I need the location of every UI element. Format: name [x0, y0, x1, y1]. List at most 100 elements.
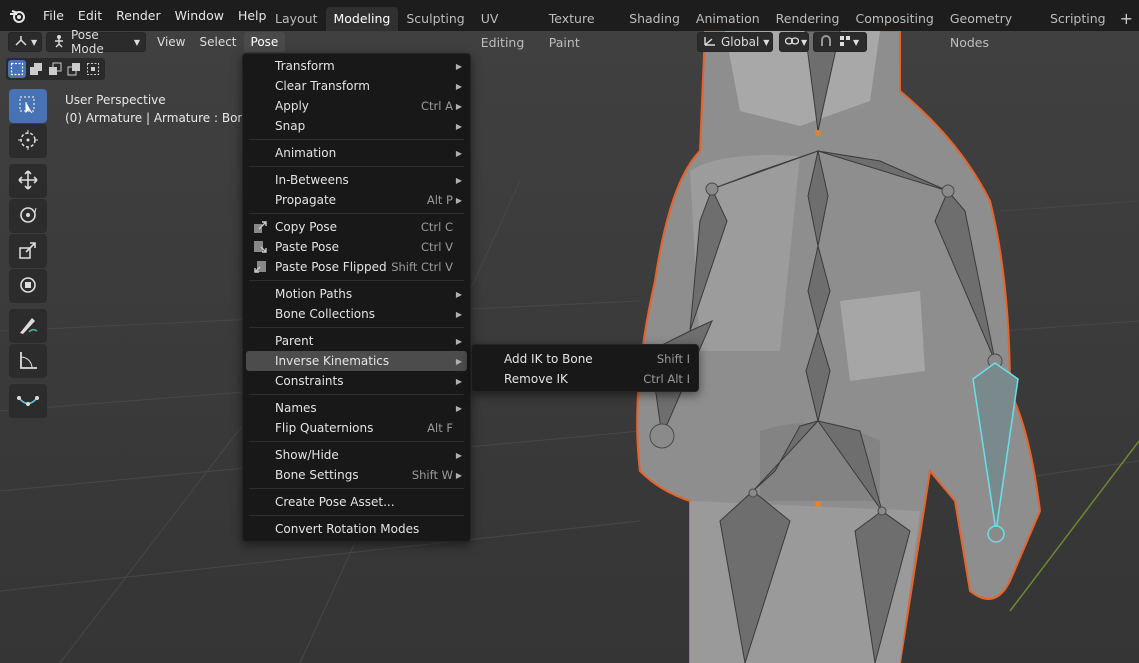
menu-item-paste-pose-flipped[interactable]: Paste Pose Flipped Shift Ctrl V	[246, 257, 467, 277]
tab-geometry-nodes[interactable]: Geometry Nodes	[942, 7, 1042, 50]
select-subtract-icon[interactable]	[46, 60, 64, 78]
select-box-tool[interactable]	[9, 89, 47, 123]
select-invert-icon[interactable]	[65, 60, 83, 78]
submenu-arrow-icon: ▶	[455, 289, 462, 299]
origin-dot	[815, 130, 821, 136]
menu-item-apply[interactable]: Apply Ctrl A ▶	[246, 96, 467, 116]
shortcut-label: Ctrl Alt I	[643, 372, 690, 386]
select-new-icon[interactable]	[8, 60, 26, 78]
tab-sculpting[interactable]: Sculpting	[398, 7, 472, 31]
menu-pose[interactable]: Pose	[243, 32, 286, 52]
submenu-arrow-icon: ▶	[455, 61, 462, 71]
transform-icon	[17, 274, 39, 299]
menu-item-snap[interactable]: Snap ▶	[246, 116, 467, 136]
menu-render[interactable]: Render	[109, 0, 168, 31]
editor-type-button[interactable]: ▼	[8, 32, 42, 52]
tab-shading[interactable]: Shading	[621, 7, 688, 31]
menu-item-label: Flip Quaternions	[275, 421, 374, 435]
menu-select[interactable]: Select	[192, 32, 243, 52]
submenu-arrow-icon: ▶	[455, 195, 462, 205]
scale-tool[interactable]	[9, 234, 47, 268]
menu-item-label: Animation	[275, 146, 337, 160]
add-workspace-button[interactable]: +	[1114, 7, 1139, 31]
submenu-arrow-icon: ▶	[455, 309, 462, 319]
menu-item-convert-rotation-modes[interactable]: Convert Rotation Modes	[246, 519, 467, 539]
submenu-arrow-icon: ▶	[455, 81, 462, 91]
menu-item-show-hide[interactable]: Show/Hide ▶	[246, 445, 467, 465]
tab-animation[interactable]: Animation	[688, 7, 768, 31]
menu-item-remove-ik[interactable]: Remove IK Ctrl Alt I	[475, 369, 695, 389]
menu-item-label: Convert Rotation Modes	[275, 522, 420, 536]
submenu-arrow-icon: ▶	[455, 336, 462, 346]
rotate-tool[interactable]	[9, 199, 47, 233]
tab-texture-paint[interactable]: Texture Paint	[541, 7, 621, 50]
snapping-selector[interactable]: ▼	[813, 32, 867, 52]
menu-file[interactable]: File	[36, 0, 71, 31]
pivot-selector[interactable]: ▼	[779, 32, 809, 52]
tab-rendering[interactable]: Rendering	[768, 7, 848, 31]
menu-item-copy-pose[interactable]: Copy Pose Ctrl C	[246, 217, 467, 237]
menu-item-parent[interactable]: Parent ▶	[246, 331, 467, 351]
menu-item-in-betweens[interactable]: In-Betweens ▶	[246, 170, 467, 190]
select-extend-icon[interactable]	[27, 60, 45, 78]
active-object-info: (0) Armature | Armature : Bone_R.	[65, 111, 271, 125]
orientation-icon	[703, 35, 717, 50]
menu-item-create-pose-asset[interactable]: Create Pose Asset...	[246, 492, 467, 512]
menu-item-label: Paste Pose	[275, 240, 339, 254]
viewport-info: User Perspective (0) Armature | Armature…	[65, 91, 270, 127]
menu-separator	[249, 327, 464, 328]
top-menubar: File Edit Render Window Help Layout Mode…	[0, 0, 1139, 50]
blender-logo-icon[interactable]	[0, 0, 36, 31]
menu-item-inverse-kinematics[interactable]: Inverse Kinematics ▶	[246, 351, 467, 371]
tab-layout[interactable]: Layout	[267, 7, 326, 31]
menu-item-label: Transform	[275, 59, 335, 73]
menu-item-transform[interactable]: Transform ▶	[246, 56, 467, 76]
menu-item-clear-transform[interactable]: Clear Transform ▶	[246, 76, 467, 96]
menu-item-label: Copy Pose	[275, 220, 338, 234]
submenu-arrow-icon: ▶	[455, 101, 462, 111]
menu-item-label: Paste Pose Flipped	[275, 260, 387, 274]
tab-modeling[interactable]: Modeling	[325, 7, 399, 31]
measure-tool[interactable]	[9, 344, 47, 378]
submenu-arrow-icon: ▶	[455, 376, 462, 386]
pose-curve-tool[interactable]	[9, 384, 47, 418]
menu-separator	[249, 213, 464, 214]
menu-item-bone-collections[interactable]: Bone Collections ▶	[246, 304, 467, 324]
measure-icon	[17, 349, 39, 374]
menu-separator	[249, 441, 464, 442]
orientation-selector[interactable]: Global ▼	[697, 32, 773, 52]
shortcut-label: Ctrl C	[420, 220, 453, 234]
menu-item-animation[interactable]: Animation ▶	[246, 143, 467, 163]
menu-item-flip-quaternions[interactable]: Flip Quaternions Alt F	[246, 418, 467, 438]
menu-view[interactable]: View	[150, 32, 192, 52]
menu-window[interactable]: Window	[168, 0, 231, 31]
menu-item-propagate[interactable]: Propagate Alt P ▶	[246, 190, 467, 210]
mode-selector[interactable]: Pose Mode ▼	[46, 28, 146, 56]
menu-item-label: In-Betweens	[275, 173, 349, 187]
shortcut-label: Shift W	[411, 468, 453, 482]
menu-edit[interactable]: Edit	[71, 0, 109, 31]
cursor-tool[interactable]	[9, 124, 47, 158]
inverse-kinematics-submenu: Add IK to Bone Shift I Remove IK Ctrl Alt …	[471, 344, 699, 392]
submenu-arrow-icon: ▶	[455, 470, 462, 480]
magnet-icon	[819, 34, 833, 51]
menu-item-add-ik-to-bone[interactable]: Add IK to Bone Shift I	[475, 349, 695, 369]
viewport-header: ▼ Pose Mode ▼ View Select Pose Global ▼ …	[0, 28, 1139, 56]
menu-item-names[interactable]: Names ▶	[246, 398, 467, 418]
menu-item-label: Apply	[275, 99, 309, 113]
annotate-icon	[17, 314, 39, 339]
pose-curve-icon	[17, 389, 39, 414]
move-tool[interactable]	[9, 164, 47, 198]
menu-item-bone-settings[interactable]: Bone Settings Shift W ▶	[246, 465, 467, 485]
menu-item-paste-pose[interactable]: Paste Pose Ctrl V	[246, 237, 467, 257]
tab-uv-editing[interactable]: UV Editing	[473, 7, 541, 50]
annotate-tool[interactable]	[9, 309, 47, 343]
tab-compositing[interactable]: Compositing	[848, 7, 942, 31]
menu-item-motion-paths[interactable]: Motion Paths ▶	[246, 284, 467, 304]
select-intersect-icon[interactable]	[84, 60, 102, 78]
tab-scripting[interactable]: Scripting	[1042, 7, 1114, 31]
menu-item-constraints[interactable]: Constraints ▶	[246, 371, 467, 391]
transform-tool[interactable]	[9, 269, 47, 303]
rotate-icon	[17, 204, 39, 229]
copy-icon	[253, 220, 268, 234]
